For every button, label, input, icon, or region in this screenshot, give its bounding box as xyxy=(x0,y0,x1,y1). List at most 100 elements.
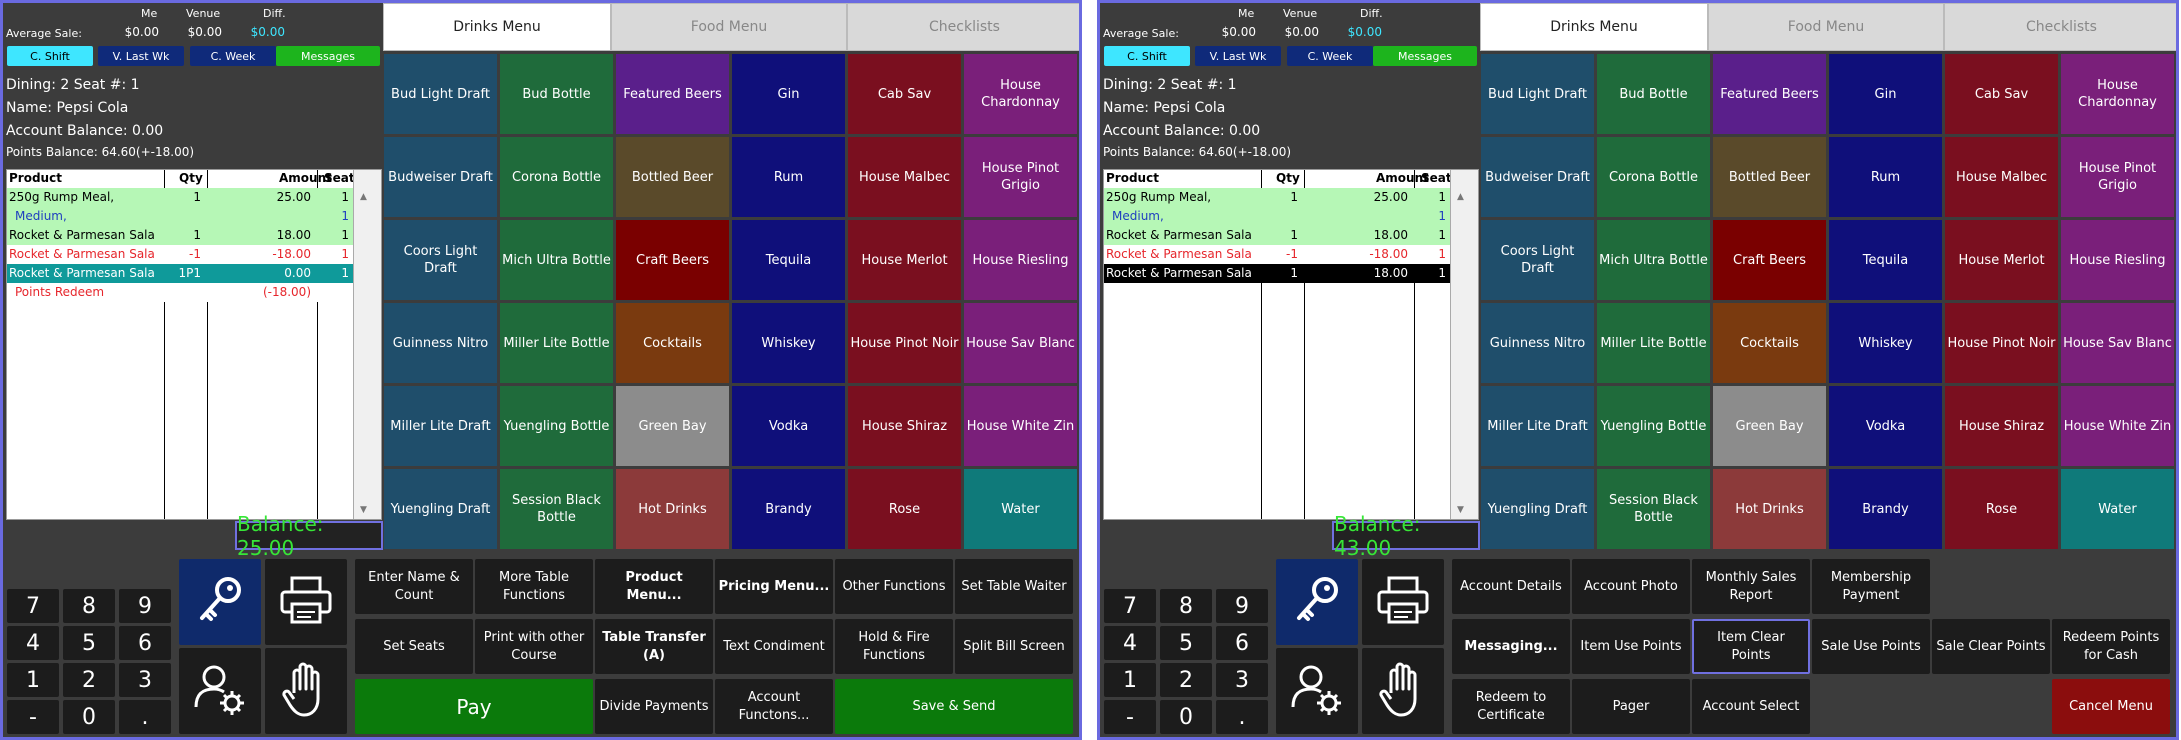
menu-item-house-malbec[interactable]: House Malbec xyxy=(1945,137,2058,217)
keypad-9[interactable]: 9 xyxy=(119,589,171,623)
menu-item-bud-light-draft[interactable]: Bud Light Draft xyxy=(1481,54,1594,134)
menu-item-tequila[interactable]: Tequila xyxy=(732,220,845,300)
order-row[interactable]: 250g Rump Meal, 1 25.00 1 xyxy=(7,188,353,207)
function-text-condiment[interactable]: Text Condiment xyxy=(715,619,833,674)
order-row[interactable]: Rocket & Parmesan Sala 1 18.00 1 xyxy=(1104,264,1450,283)
menu-item-house-shiraz[interactable]: House Shiraz xyxy=(848,386,961,466)
function-pager[interactable]: Pager xyxy=(1572,679,1690,734)
menu-item-house-pinot-noir[interactable]: House Pinot Noir xyxy=(1945,303,2058,383)
scroll-up-icon[interactable]: ▲ xyxy=(1457,192,1464,202)
function-pricing-menu[interactable]: Pricing Menu... xyxy=(715,559,833,614)
menu-item-cocktails[interactable]: Cocktails xyxy=(1713,303,1826,383)
menu-item-hot-drinks[interactable]: Hot Drinks xyxy=(616,469,729,549)
order-row[interactable]: Rocket & Parmesan Sala 1P1 0.00 1 xyxy=(7,264,353,283)
pill-messages[interactable]: Messages xyxy=(276,46,380,66)
function-print-with-other-course[interactable]: Print with other Course xyxy=(475,619,593,674)
function-more-table-functions[interactable]: More Table Functions xyxy=(475,559,593,614)
function-item-use-points[interactable]: Item Use Points xyxy=(1572,619,1690,674)
menu-item-gin[interactable]: Gin xyxy=(732,54,845,134)
key-button[interactable] xyxy=(179,559,261,645)
order-scrollbar[interactable]: ▲ ▼ xyxy=(1450,170,1478,519)
keypad-7[interactable]: 7 xyxy=(1104,589,1156,623)
keypad-1[interactable]: 1 xyxy=(7,663,59,697)
keypad-decimal[interactable]: . xyxy=(119,700,171,734)
function-hold-fire-functions[interactable]: Hold & Fire Functions xyxy=(835,619,953,674)
tab-drinks-menu[interactable]: Drinks Menu xyxy=(1480,3,1708,51)
function-redeem-to-certificate[interactable]: Redeem to Certificate xyxy=(1452,679,1570,734)
menu-item-guinness-nitro[interactable]: Guinness Nitro xyxy=(1481,303,1594,383)
menu-item-bud-light-draft[interactable]: Bud Light Draft xyxy=(384,54,497,134)
order-row[interactable]: Rocket & Parmesan Sala 1 18.00 1 xyxy=(1104,226,1450,245)
menu-item-miller-lite-bottle[interactable]: Miller Lite Bottle xyxy=(500,303,613,383)
menu-item-yuengling-bottle[interactable]: Yuengling Bottle xyxy=(1597,386,1710,466)
menu-item-green-bay[interactable]: Green Bay xyxy=(616,386,729,466)
menu-item-house-shiraz[interactable]: House Shiraz xyxy=(1945,386,2058,466)
pill-messages[interactable]: Messages xyxy=(1373,46,1477,66)
order-row[interactable]: Rocket & Parmesan Sala -1 -18.00 1 xyxy=(1104,245,1450,264)
menu-item-coors-light-draft[interactable]: Coors Light Draft xyxy=(1481,220,1594,300)
pill-c-week[interactable]: C. Week xyxy=(1287,46,1373,66)
order-row[interactable]: 250g Rump Meal, 1 25.00 1 xyxy=(1104,188,1450,207)
menu-item-session-black-bottle[interactable]: Session Black Bottle xyxy=(1597,469,1710,549)
function-other-functions[interactable]: Other Functions xyxy=(835,559,953,614)
menu-item-mich-ultra-bottle[interactable]: Mich Ultra Bottle xyxy=(500,220,613,300)
menu-item-house-chardonnay[interactable]: House Chardonnay xyxy=(2061,54,2174,134)
tab-drinks-menu[interactable]: Drinks Menu xyxy=(383,3,611,51)
function-account-photo[interactable]: Account Photo xyxy=(1572,559,1690,614)
menu-item-yuengling-draft[interactable]: Yuengling Draft xyxy=(1481,469,1594,549)
tab-food-menu[interactable]: Food Menu xyxy=(611,3,847,51)
menu-item-rose[interactable]: Rose xyxy=(1945,469,2058,549)
function-messaging[interactable]: Messaging... xyxy=(1452,619,1570,674)
function-sale-clear-points[interactable]: Sale Clear Points xyxy=(1932,619,2050,674)
menu-item-craft-beers[interactable]: Craft Beers xyxy=(616,220,729,300)
menu-item-house-merlot[interactable]: House Merlot xyxy=(848,220,961,300)
keypad-9[interactable]: 9 xyxy=(1216,589,1268,623)
menu-item-mich-ultra-bottle[interactable]: Mich Ultra Bottle xyxy=(1597,220,1710,300)
menu-item-water[interactable]: Water xyxy=(964,469,1077,549)
function-split-bill-screen[interactable]: Split Bill Screen xyxy=(955,619,1073,674)
menu-item-budweiser-draft[interactable]: Budweiser Draft xyxy=(1481,137,1594,217)
tab-checklists[interactable]: Checklists xyxy=(1944,3,2176,51)
menu-item-whiskey[interactable]: Whiskey xyxy=(732,303,845,383)
function-membership-payment[interactable]: Membership Payment xyxy=(1812,559,1930,614)
keypad-5[interactable]: 5 xyxy=(63,626,115,660)
order-scrollbar[interactable]: ▲ ▼ xyxy=(353,170,381,519)
menu-item-house-pinot-grigio[interactable]: House Pinot Grigio xyxy=(964,137,1077,217)
user-settings-button[interactable] xyxy=(179,648,261,734)
menu-item-whiskey[interactable]: Whiskey xyxy=(1829,303,1942,383)
function-monthly-sales-report[interactable]: Monthly Sales Report xyxy=(1692,559,1810,614)
keypad-5[interactable]: 5 xyxy=(1160,626,1212,660)
menu-item-green-bay[interactable]: Green Bay xyxy=(1713,386,1826,466)
pill-c-shift[interactable]: C. Shift xyxy=(7,46,93,66)
menu-item-yuengling-bottle[interactable]: Yuengling Bottle xyxy=(500,386,613,466)
keypad-6[interactable]: 6 xyxy=(1216,626,1268,660)
menu-item-house-malbec[interactable]: House Malbec xyxy=(848,137,961,217)
key-button[interactable] xyxy=(1276,559,1358,645)
keypad-8[interactable]: 8 xyxy=(1160,589,1212,623)
menu-item-water[interactable]: Water xyxy=(2061,469,2174,549)
order-list[interactable]: Product Qty Amount Seat 250g Rump Meal, 1 25.0… xyxy=(1103,169,1479,520)
print-button[interactable] xyxy=(265,559,347,645)
order-row[interactable]: Points Redeem (-18.00) xyxy=(7,283,353,302)
menu-item-house-sav-blanc[interactable]: House Sav Blanc xyxy=(2061,303,2174,383)
keypad-2[interactable]: 2 xyxy=(1160,663,1212,697)
tab-food-menu[interactable]: Food Menu xyxy=(1708,3,1944,51)
function-table-transfer-a[interactable]: Table Transfer (A) xyxy=(595,619,713,674)
pill-c-week[interactable]: C. Week xyxy=(190,46,276,66)
function-item-clear-points[interactable]: Item Clear Points xyxy=(1692,619,1810,674)
menu-item-guinness-nitro[interactable]: Guinness Nitro xyxy=(384,303,497,383)
keypad-6[interactable]: 6 xyxy=(119,626,171,660)
menu-item-house-white-zin[interactable]: House White Zin xyxy=(964,386,1077,466)
menu-item-rum[interactable]: Rum xyxy=(1829,137,1942,217)
menu-item-rose[interactable]: Rose xyxy=(848,469,961,549)
menu-item-budweiser-draft[interactable]: Budweiser Draft xyxy=(384,137,497,217)
keypad-minus[interactable]: - xyxy=(1104,700,1156,734)
menu-item-cab-sav[interactable]: Cab Sav xyxy=(1945,54,2058,134)
menu-item-session-black-bottle[interactable]: Session Black Bottle xyxy=(500,469,613,549)
keypad-4[interactable]: 4 xyxy=(1104,626,1156,660)
keypad-3[interactable]: 3 xyxy=(1216,663,1268,697)
function-sale-use-points[interactable]: Sale Use Points xyxy=(1812,619,1930,674)
tab-checklists[interactable]: Checklists xyxy=(847,3,1079,51)
order-list[interactable]: Product Qty Amount Seat 250g Rump Meal, 1 25.0… xyxy=(6,169,382,520)
function-account-details[interactable]: Account Details xyxy=(1452,559,1570,614)
